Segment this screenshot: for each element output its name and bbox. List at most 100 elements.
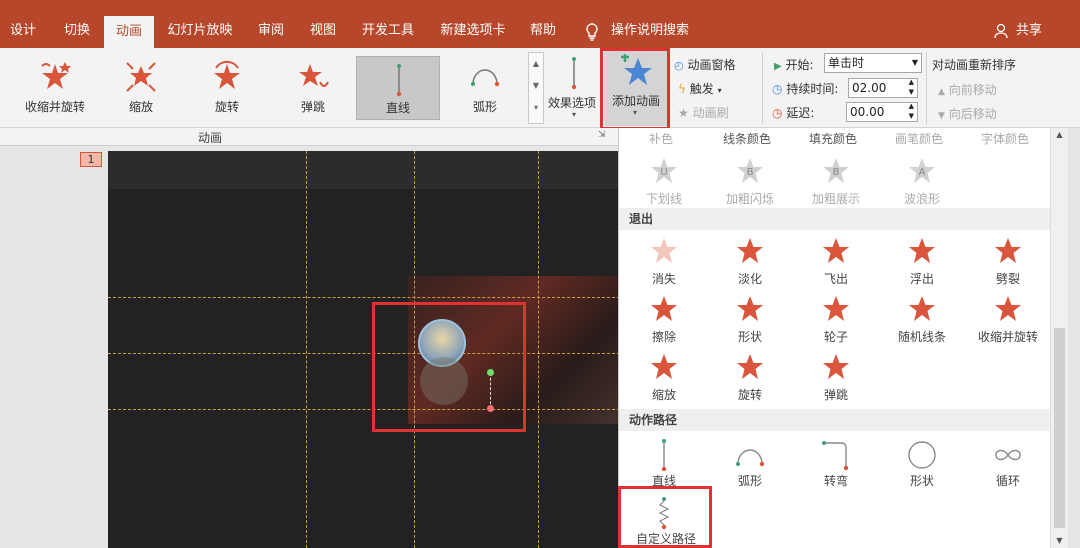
slide-number[interactable]: 1 xyxy=(80,152,102,167)
tell-me-search[interactable]: 操作说明搜索 xyxy=(608,14,692,48)
wave-star-icon: A xyxy=(909,158,935,183)
loop-path-icon xyxy=(995,449,1021,461)
slide-canvas[interactable] xyxy=(108,151,620,548)
effect-bold-flash[interactable]: B 加粗闪烁 xyxy=(707,152,793,208)
gallery-scroll[interactable]: ▲ ▼ ▾ xyxy=(528,52,544,124)
effect-label: 消失 xyxy=(651,272,676,286)
guide-line xyxy=(306,151,307,548)
animation-pane-button[interactable]: ◴ 动画窗格 xyxy=(674,56,735,73)
share-button[interactable]: 共享 xyxy=(1012,14,1046,48)
tab-animations[interactable]: 动画 xyxy=(104,16,154,48)
line-path-icon xyxy=(661,439,667,472)
gallery-zoom[interactable]: 缩放 xyxy=(102,54,180,116)
down-arrow-icon: ▼ xyxy=(938,111,945,121)
exit-star-icon xyxy=(995,238,1021,263)
gallery-arc-path[interactable]: 弧形 xyxy=(446,54,524,116)
start-select[interactable]: 单击时 ▼ xyxy=(824,53,922,73)
exit-bounce[interactable]: 弹跳 xyxy=(793,348,879,404)
tab-transitions[interactable]: 切换 xyxy=(52,14,102,48)
guide-line xyxy=(108,409,620,410)
animation-painter-button[interactable]: ★ 动画刷 xyxy=(678,104,729,121)
exit-disappear[interactable]: 消失 xyxy=(621,232,707,288)
dropdown-arrow-icon: ▼ xyxy=(911,58,918,67)
spinner-icon[interactable]: ▲ ▼ xyxy=(909,101,914,121)
arc-path-icon xyxy=(736,449,765,467)
effect-label: 加粗展示 xyxy=(811,192,860,206)
dialog-launcher-icon[interactable]: ⇲ xyxy=(598,130,606,140)
effect-wave[interactable]: A 波浪形 xyxy=(879,152,965,208)
exit-split[interactable]: 劈裂 xyxy=(965,232,1051,288)
duration-spinner[interactable]: 02.00 ▲ ▼ xyxy=(848,78,918,98)
scroll-up-icon[interactable]: ▲ xyxy=(529,53,543,75)
path-arc[interactable]: 弧形 xyxy=(707,434,793,490)
exit-float-out[interactable]: 浮出 xyxy=(879,232,965,288)
gallery-line-path-selected[interactable]: 直线 xyxy=(356,56,440,120)
effect-label: 波浪形 xyxy=(903,192,940,206)
ribbon-group-footer: 动画 ⇲ xyxy=(0,128,620,146)
path-turn[interactable]: 转弯 xyxy=(793,434,879,490)
person-icon xyxy=(994,23,1010,39)
exit-shrink-turn[interactable]: 收缩并旋转 xyxy=(965,290,1051,346)
exit-star-icon xyxy=(823,238,849,263)
svg-text:U: U xyxy=(660,167,667,178)
effect-label: 轮子 xyxy=(823,330,848,344)
turn-path-icon xyxy=(822,441,849,471)
path-shape[interactable]: 形状 xyxy=(879,434,965,490)
highlight-add-animation xyxy=(600,48,670,130)
tab-new[interactable]: 新建选项卡 xyxy=(432,14,514,48)
duration-label: ◷ 持续时间: xyxy=(772,80,838,97)
gallery-label: 直线 xyxy=(385,101,410,115)
motion-path-section-header: 动作路径 xyxy=(619,409,1051,431)
animation-ribbon: 收缩并旋转 缩放 旋转 弹跳 直线 弧形 ▲ ▼ ▾ 效果选项 ▾ 添加动画 ▾… xyxy=(0,48,1080,130)
move-later-button[interactable]: ▼ 向后移动 xyxy=(938,105,997,122)
effect-bold-reveal[interactable]: B 加粗展示 xyxy=(793,152,879,208)
effect-label: 收缩并旋转 xyxy=(977,330,1038,344)
scroll-up-icon[interactable]: ▲ xyxy=(1051,128,1068,142)
spin-icon xyxy=(214,61,240,89)
exit-zoom[interactable]: 缩放 xyxy=(621,348,707,404)
exit-star-icon xyxy=(737,296,763,321)
effect-label: 弧形 xyxy=(737,474,762,488)
exit-shape[interactable]: 形状 xyxy=(707,290,793,346)
tab-developer[interactable]: 开发工具 xyxy=(352,14,424,48)
exit-star-icon xyxy=(823,354,849,379)
path-loop[interactable]: 循环 xyxy=(965,434,1051,490)
effect-label: 下划线 xyxy=(645,192,682,206)
effect-underline[interactable]: U 下划线 xyxy=(621,152,707,208)
tab-review[interactable]: 审阅 xyxy=(248,14,294,48)
exit-random-bars[interactable]: 随机线条 xyxy=(879,290,965,346)
effect-fill-color[interactable]: 填充颜色 xyxy=(809,130,857,147)
animation-pane-icon: ◴ xyxy=(674,59,684,72)
scroll-down-icon[interactable]: ▼ xyxy=(1051,534,1068,548)
scroll-down-icon[interactable]: ▼ xyxy=(529,75,543,97)
effect-complementary[interactable]: 补色 xyxy=(649,130,673,147)
tab-slideshow[interactable]: 幻灯片放映 xyxy=(160,14,240,48)
exit-fade[interactable]: 淡化 xyxy=(707,232,793,288)
exit-fly-out[interactable]: 飞出 xyxy=(793,232,879,288)
guide-line xyxy=(108,353,620,354)
lightbulb-icon xyxy=(584,23,600,41)
effect-brush-color[interactable]: 画笔颜色 xyxy=(895,130,943,147)
exit-wheel[interactable]: 轮子 xyxy=(793,290,879,346)
dropdown-scrollbar[interactable]: ▲ ▼ xyxy=(1050,128,1068,548)
gallery-shrink-turn[interactable]: 收缩并旋转 xyxy=(16,54,94,116)
effect-font-color[interactable]: 字体颜色 xyxy=(981,130,1029,147)
delay-spinner[interactable]: 00.00 ▲ ▼ xyxy=(846,102,918,122)
scrollbar-thumb[interactable] xyxy=(1054,328,1065,528)
tab-help[interactable]: 帮助 xyxy=(520,14,566,48)
tab-view[interactable]: 视图 xyxy=(300,14,346,48)
trigger-button[interactable]: ϟ 触发 ▾ xyxy=(678,80,722,97)
gallery-bounce[interactable]: 弹跳 xyxy=(274,54,352,116)
tab-design[interactable]: 设计 xyxy=(0,14,46,48)
exit-spin[interactable]: 旋转 xyxy=(707,348,793,404)
exit-star-icon xyxy=(651,296,677,321)
spinner-icon[interactable]: ▲ ▼ xyxy=(909,77,914,97)
effect-options-button[interactable]: 效果选项 ▾ xyxy=(548,52,602,124)
effect-line-color[interactable]: 线条颜色 xyxy=(723,130,771,147)
path-line[interactable]: 直线 xyxy=(621,434,707,490)
gallery-spin[interactable]: 旋转 xyxy=(188,54,266,116)
move-earlier-button[interactable]: ▲ 向前移动 xyxy=(938,81,997,98)
more-icon[interactable]: ▾ xyxy=(529,97,543,119)
effect-label: 弹跳 xyxy=(823,388,848,402)
exit-wipe[interactable]: 擦除 xyxy=(621,290,707,346)
